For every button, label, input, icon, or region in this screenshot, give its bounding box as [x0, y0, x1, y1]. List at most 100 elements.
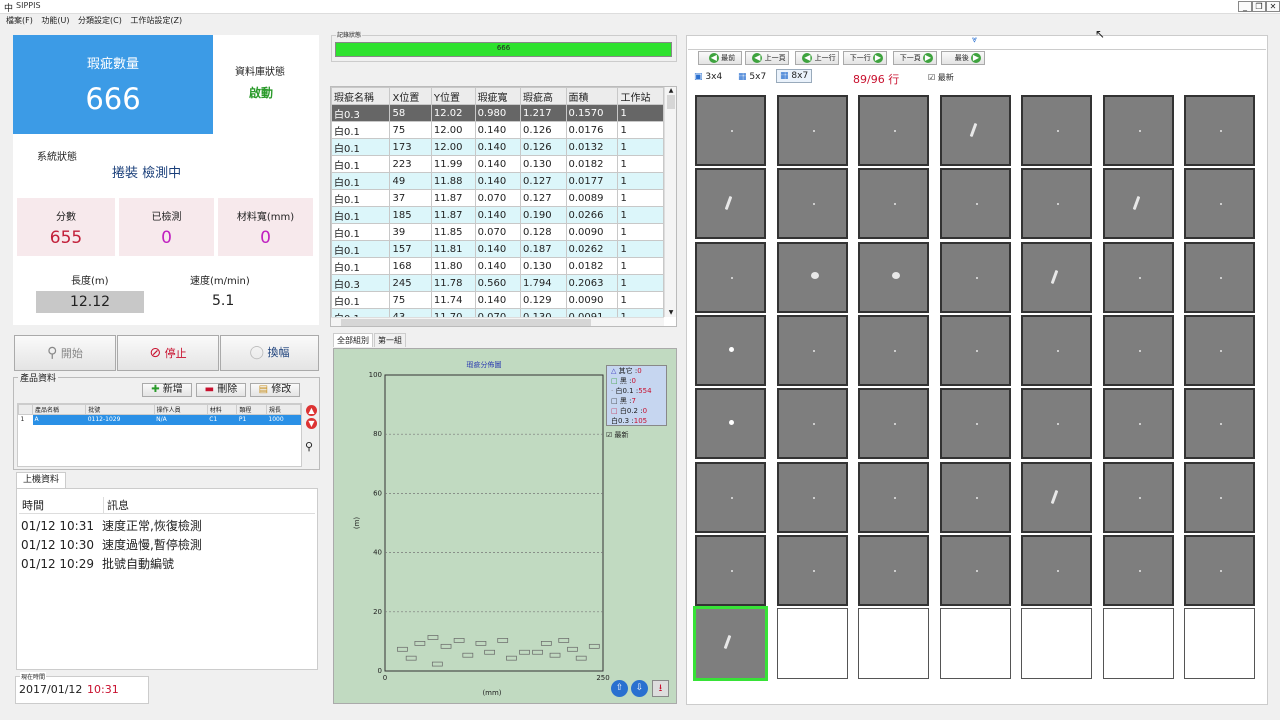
defect-thumbnail[interactable] [776, 168, 848, 240]
layout-8x7-button[interactable]: ▦ 8x7 [776, 69, 813, 83]
add-product-button[interactable]: ✚ 新增 [142, 383, 192, 397]
delete-product-button[interactable]: ▬ 刪除 [196, 383, 246, 397]
defect-thumbnail[interactable] [776, 534, 848, 606]
defect-row[interactable]: 白0.3 58 12.02 0.980 1.217 0.1570 1 [331, 104, 664, 122]
defect-thumbnail[interactable] [776, 95, 848, 166]
hscroll-thumb[interactable] [341, 319, 591, 326]
tab-all-groups[interactable]: 全部組別 [333, 333, 373, 347]
defect-row[interactable]: 白0.1 75 12.00 0.140 0.126 0.0176 1 [331, 121, 664, 139]
defect-thumbnail[interactable] [1184, 95, 1255, 166]
tab-machine-data[interactable]: 上機資料 [16, 472, 66, 488]
empty-thumbnail[interactable] [1184, 608, 1255, 680]
scroll-thumb[interactable] [667, 95, 675, 109]
defect-thumbnail[interactable] [776, 314, 848, 386]
defect-thumbnail[interactable] [1184, 314, 1255, 386]
change-roll-button[interactable]: ◯ 換幅 [220, 335, 319, 371]
defect-thumbnail[interactable] [1021, 314, 1092, 386]
defect-thumbnail[interactable] [776, 241, 848, 313]
defect-thumbnail[interactable] [858, 314, 929, 386]
defect-thumbnail[interactable] [1184, 168, 1255, 240]
menu-class-settings[interactable]: 分類設定(C) [78, 14, 122, 27]
defect-table-hscrollbar[interactable] [331, 317, 664, 326]
defect-thumbnail[interactable] [939, 388, 1011, 460]
gallery-latest-checkbox[interactable]: ☑ 最新 [928, 72, 954, 83]
defect-row[interactable]: 白0.1 49 11.88 0.140 0.127 0.0177 1 [331, 172, 664, 190]
layout-5x7-button[interactable]: ▦ 5x7 [738, 72, 766, 82]
empty-thumbnail[interactable] [776, 608, 848, 680]
col-defect-name[interactable]: 瑕疵名稱 [331, 87, 391, 105]
defect-thumbnail[interactable] [695, 95, 766, 166]
col-defect-height[interactable]: 瑕疵高 [520, 87, 567, 105]
defect-row[interactable]: 白0.1 75 11.74 0.140 0.129 0.0090 1 [331, 291, 664, 309]
defect-thumbnail[interactable] [1102, 314, 1174, 386]
stop-button[interactable]: ⊘ 停止 [117, 335, 219, 371]
defect-thumbnail[interactable] [939, 95, 1011, 166]
defect-thumbnail[interactable] [776, 461, 848, 533]
defect-thumbnail[interactable] [695, 241, 766, 313]
product-row[interactable]: 1 A 0112-1029 N/A C1 P1 1000 [19, 414, 301, 425]
defect-thumbnail[interactable] [1102, 388, 1174, 460]
defect-thumbnail[interactable] [1021, 534, 1092, 606]
empty-thumbnail[interactable] [858, 608, 929, 680]
prev-row-button[interactable]: ◀ 上一行 [795, 51, 839, 65]
defect-thumbnail[interactable] [858, 534, 929, 606]
defect-thumbnail[interactable] [695, 168, 766, 240]
edit-product-button[interactable]: ▤ 修改 [250, 383, 300, 397]
defect-thumbnail[interactable] [939, 241, 1011, 313]
defect-thumbnail[interactable] [1102, 534, 1174, 606]
defect-row[interactable]: 白0.1 39 11.85 0.070 0.128 0.0090 1 [331, 223, 664, 241]
defect-thumbnail[interactable] [1102, 241, 1174, 313]
last-button[interactable]: 最後 ▶ [941, 51, 985, 65]
defect-row[interactable]: 白0.1 157 11.81 0.140 0.187 0.0262 1 [331, 240, 664, 258]
menu-function[interactable]: 功能(U) [41, 14, 69, 27]
defect-thumbnail[interactable] [1102, 168, 1174, 240]
defect-thumbnail[interactable] [1184, 241, 1255, 313]
menu-station-settings[interactable]: 工作站設定(Z) [130, 14, 182, 27]
defect-thumbnail[interactable] [695, 388, 766, 460]
defect-thumbnail[interactable] [695, 534, 766, 606]
col-x[interactable]: X位置 [389, 87, 432, 105]
chart-export-button[interactable]: ⭳ [652, 680, 669, 697]
search-product-icon[interactable]: ⚲ [305, 440, 313, 453]
defect-row[interactable]: 白0.1 223 11.99 0.140 0.130 0.0182 1 [331, 155, 664, 173]
move-down-icon[interactable]: ▼ [306, 418, 317, 429]
defect-thumbnail[interactable] [939, 461, 1011, 533]
col-area[interactable]: 面積 [565, 87, 619, 105]
empty-thumbnail[interactable] [1102, 608, 1174, 680]
defect-row[interactable]: 白0.3 245 11.78 0.560 1.794 0.2063 1 [331, 274, 664, 292]
defect-thumbnail[interactable] [1184, 388, 1255, 460]
move-up-icon[interactable]: ▲ [306, 405, 317, 416]
start-button[interactable]: ⚲ 開始 [14, 335, 116, 371]
defect-table-vscrollbar[interactable]: ▲ ▼ [664, 87, 676, 317]
defect-thumbnail[interactable] [1021, 461, 1092, 533]
defect-thumbnail[interactable] [693, 606, 768, 682]
next-row-button[interactable]: 下一行 ▶ [843, 51, 887, 65]
defect-thumbnail[interactable] [939, 168, 1011, 240]
defect-thumbnail[interactable] [1102, 461, 1174, 533]
defect-row[interactable]: 白0.1 173 12.00 0.140 0.126 0.0132 1 [331, 138, 664, 156]
defect-thumbnail[interactable] [1184, 461, 1255, 533]
defect-row[interactable]: 白0.1 37 11.87 0.070 0.127 0.0089 1 [331, 189, 664, 207]
defect-thumbnail[interactable] [939, 534, 1011, 606]
defect-thumbnail[interactable] [1021, 95, 1092, 166]
defect-thumbnail[interactable] [695, 461, 766, 533]
col-y[interactable]: Y位置 [430, 87, 476, 105]
first-button[interactable]: ◀ 最前 [698, 51, 742, 65]
defect-row[interactable]: 白0.1 168 11.80 0.140 0.130 0.0182 1 [331, 257, 664, 275]
empty-thumbnail[interactable] [1021, 608, 1092, 680]
defect-thumbnail[interactable] [695, 314, 766, 386]
layout-3x4-button[interactable]: ▣ 3x4 [694, 72, 722, 82]
defect-row[interactable]: 白0.1 185 11.87 0.140 0.190 0.0266 1 [331, 206, 664, 224]
defect-thumbnail[interactable] [858, 241, 929, 313]
tab-group-1[interactable]: 第一組 [374, 333, 406, 347]
defect-thumbnail[interactable] [1021, 388, 1092, 460]
scroll-down-icon[interactable]: ▼ [665, 309, 676, 316]
minimize-button[interactable]: _ [1238, 1, 1252, 12]
col-station[interactable]: 工作站 [617, 87, 664, 105]
chart-down-button[interactable]: ⇩ [631, 680, 648, 697]
defect-thumbnail[interactable] [1184, 534, 1255, 606]
col-defect-width[interactable]: 瑕疵寬 [474, 87, 522, 105]
defect-thumbnail[interactable] [776, 388, 848, 460]
latest-checkbox[interactable]: ☑ 最新 [606, 430, 629, 440]
collapse-chevron-icon[interactable]: ⩔ [972, 35, 977, 45]
